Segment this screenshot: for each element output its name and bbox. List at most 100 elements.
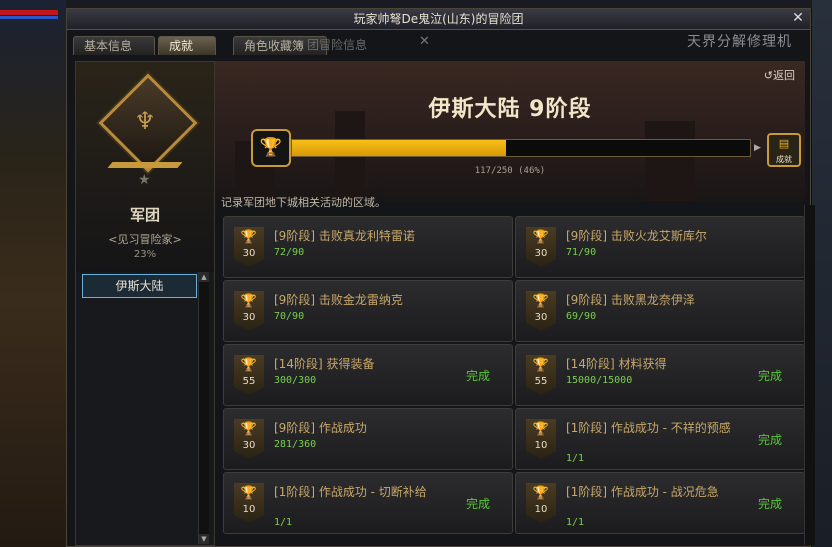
achievement-badge: 🏆 30 (234, 291, 264, 331)
achievement-card[interactable]: 🏆 55 [14阶段] 获得装备 300/300 完成 (223, 344, 513, 406)
back-icon: ↺ (763, 69, 773, 82)
achievement-title: [14阶段] 材料获得 (566, 357, 667, 371)
achievement-title: [1阶段] 作战成功 - 战况危急 (566, 485, 719, 499)
reward-chest-icon: ▤ (778, 137, 790, 150)
star-icon: ★ (138, 172, 151, 188)
achievement-card[interactable]: 🏆 30 [9阶段] 击败黑龙奈伊泽 69/90 (515, 280, 805, 342)
scroll-up-icon[interactable]: ▲ (199, 272, 209, 282)
rank-panel: ♆ ★ 军团 <见习冒险家> 23% 伊斯大陆 ▲ ▼ (75, 61, 215, 546)
achievement-complete-label: 完成 (465, 497, 490, 511)
achievement-progress: 300/300 (274, 375, 317, 386)
window-title: 玩家帅弩De鬼泣(山东)的冒险团 (67, 9, 810, 30)
game-background-top (66, 0, 812, 8)
stage-progress-fill (292, 140, 507, 156)
hp-bar (0, 10, 58, 15)
achievement-points: 10 (534, 504, 548, 515)
achievement-points: 30 (534, 248, 548, 259)
section-description: 记录军团地下城相关活动的区域。 (221, 196, 386, 209)
achievement-points: 10 (242, 504, 256, 515)
achievement-progress: 281/360 (274, 439, 317, 450)
game-background-right (812, 0, 832, 547)
adventure-team-window: 玩家帅弩De鬼泣(山东)的冒险团 ✕ 基本信息 成就 角色收藏簿 团冒险信息 ✕… (66, 8, 815, 547)
trophy-icon: 🏆 (532, 422, 550, 437)
achievement-progress: 1/1 (566, 517, 585, 528)
trophy-icon: 🏆 (240, 294, 258, 309)
achievement-card[interactable]: 🏆 30 [9阶段] 击败火龙艾斯库尔 71/90 (515, 216, 805, 278)
back-label: 返回 (773, 69, 795, 82)
castle-silhouette (645, 121, 695, 201)
close-icon[interactable]: ✕ (790, 10, 806, 26)
achievement-badge: 🏆 55 (234, 355, 264, 395)
achievement-title: [9阶段] 击败火龙艾斯库尔 (566, 229, 707, 243)
rank-percent: 23% (133, 249, 157, 260)
trophy-icon: 🏆 (240, 358, 258, 373)
achievement-card[interactable]: 🏆 10 [1阶段] 作战成功 - 切断补给 1/1 完成 (223, 472, 513, 534)
achievement-points: 55 (242, 376, 256, 387)
mp-bar (0, 16, 58, 19)
achievement-badge: 🏆 10 (234, 483, 264, 523)
back-button[interactable]: ↺返回 (764, 67, 795, 83)
achievement-card[interactable]: 🏆 30 [9阶段] 击败金龙雷纳克 70/90 (223, 280, 513, 342)
trophy-icon: 🏆 (240, 486, 258, 501)
scroll-down-icon[interactable]: ▼ (199, 534, 209, 544)
achievement-points: 55 (534, 376, 548, 387)
achievement-complete-label: 完成 (757, 433, 782, 447)
achievement-scrollbar[interactable] (804, 205, 815, 545)
achievement-progress: 72/90 (274, 247, 305, 258)
tab-basic-info[interactable]: 基本信息 (73, 36, 155, 55)
region-list-scrollbar[interactable]: ▲ ▼ (198, 272, 209, 544)
stage-reward-button[interactable]: ▤ 成就 (767, 133, 801, 167)
progress-arrow-icon: ▶ (754, 143, 761, 153)
background-ghost-tab: 团冒险信息 (307, 38, 368, 52)
achievement-points: 30 (242, 312, 256, 323)
stage-title: 伊斯大陆 9阶段 (428, 97, 592, 122)
background-ghost-close: ✕ (419, 34, 430, 49)
achievement-progress: 69/90 (566, 311, 597, 322)
achievement-points: 10 (534, 440, 548, 451)
achievement-card[interactable]: 🏆 55 [14阶段] 材料获得 15000/15000 完成 (515, 344, 805, 406)
rank-title: <见习冒险家> (108, 233, 182, 246)
badge-stripe (107, 162, 183, 168)
trophy-icon: 🏆 (240, 422, 258, 437)
stage-progress-bar (291, 139, 751, 157)
trophy-icon: 🏆 (532, 358, 550, 373)
achievement-title: [14阶段] 获得装备 (274, 357, 375, 371)
achievement-points: 30 (534, 312, 548, 323)
stage-progress-text: 117/250 (46%) (474, 166, 546, 176)
achievement-badge: 🏆 10 (526, 419, 556, 459)
background-ghost-label: 天界分解修理机 (687, 34, 792, 50)
game-background-left (0, 0, 66, 547)
achievement-card[interactable]: 🏆 30 [9阶段] 击败真龙利特雷诺 72/90 (223, 216, 513, 278)
demon-emblem-icon: ♆ (134, 107, 156, 135)
achievement-badge: 🏆 30 (234, 419, 264, 459)
trophy-icon: 🏆 (532, 230, 550, 245)
achievement-title: [9阶段] 击败黑龙奈伊泽 (566, 293, 695, 307)
trophy-icon: 🏆 (532, 294, 550, 309)
achievement-title: [9阶段] 作战成功 (274, 421, 367, 435)
stage-header: ↺返回 伊斯大陆 9阶段 🏆 ▶ ▤ 成就 117/250 (46%) (215, 61, 805, 201)
achievement-complete-label: 完成 (757, 369, 782, 383)
achievement-badge: 🏆 10 (526, 483, 556, 523)
achievement-card[interactable]: 🏆 30 [9阶段] 作战成功 281/360 (223, 408, 513, 470)
trophy-icon: 🏆 (532, 486, 550, 501)
achievement-points: 30 (242, 248, 256, 259)
achievement-badge: 🏆 30 (526, 291, 556, 331)
achievement-title: [1阶段] 作战成功 - 切断补给 (274, 485, 427, 499)
achievement-progress: 70/90 (274, 311, 305, 322)
tab-achievements[interactable]: 成就 (158, 36, 216, 55)
region-item-isles[interactable]: 伊斯大陆 (82, 274, 197, 298)
achievement-title: [9阶段] 击败金龙雷纳克 (274, 293, 403, 307)
achievement-points: 30 (242, 440, 256, 451)
achievement-badge: 🏆 55 (526, 355, 556, 395)
achievement-complete-label: 完成 (465, 369, 490, 383)
achievement-card[interactable]: 🏆 10 [1阶段] 作战成功 - 不祥的预感 1/1 完成 (515, 408, 805, 470)
achievement-progress: 71/90 (566, 247, 597, 258)
achievement-progress: 15000/15000 (566, 375, 633, 386)
achievement-complete-label: 完成 (757, 497, 782, 511)
achievement-card[interactable]: 🏆 10 [1阶段] 作战成功 - 战况危急 1/1 完成 (515, 472, 805, 534)
achievement-title: [9阶段] 击败真龙利特雷诺 (274, 229, 415, 243)
achievement-progress: 1/1 (566, 453, 585, 464)
trophy-icon: 🏆 (240, 230, 258, 245)
achievement-title: [1阶段] 作战成功 - 不祥的预感 (566, 421, 731, 435)
rank-name: 军团 (129, 206, 160, 224)
